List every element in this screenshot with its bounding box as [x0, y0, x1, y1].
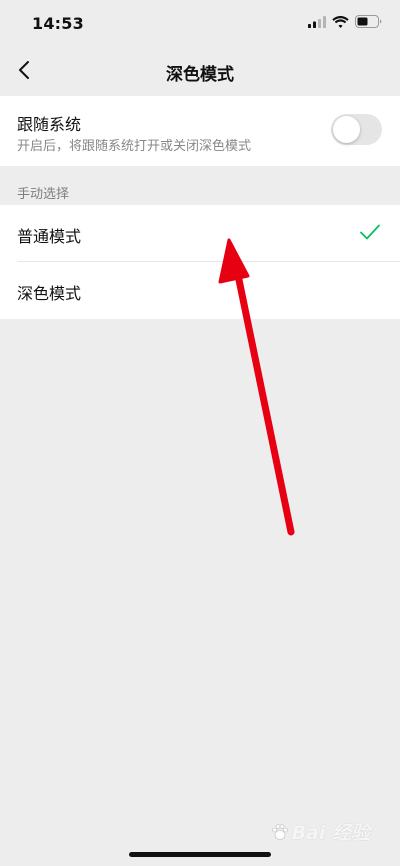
- option-dark-mode[interactable]: 深色模式: [0, 262, 400, 319]
- manual-section-label: 手动选择: [17, 187, 70, 202]
- option-normal-mode[interactable]: 普通模式: [0, 205, 400, 262]
- status-time: 14:53: [32, 14, 84, 33]
- follow-system-description: 开启后，将跟随系统打开或关闭深色模式: [17, 139, 252, 154]
- wifi-icon: [332, 15, 349, 28]
- home-indicator: [129, 852, 271, 857]
- check-icon: [360, 224, 380, 240]
- mode-options-list: 普通模式 深色模式: [0, 205, 400, 319]
- option-label: 普通模式: [17, 227, 82, 246]
- signal-icon: [308, 15, 326, 28]
- follow-system-row: 跟随系统 开启后，将跟随系统打开或关闭深色模式: [0, 96, 400, 166]
- follow-system-toggle[interactable]: [331, 114, 382, 145]
- nav-bar: 深色模式: [0, 46, 400, 96]
- toggle-knob: [333, 116, 360, 143]
- paw-icon: [271, 823, 288, 840]
- status-icons: [308, 15, 382, 28]
- battery-icon: [355, 15, 382, 28]
- option-label: 深色模式: [17, 284, 82, 303]
- follow-system-title: 跟随系统: [17, 115, 82, 134]
- status-bar: 14:53: [0, 0, 400, 46]
- watermark-text: Bai 经验: [291, 822, 370, 844]
- page-title: 深色模式: [166, 65, 234, 85]
- baidu-watermark: Bai 经验: [271, 818, 370, 845]
